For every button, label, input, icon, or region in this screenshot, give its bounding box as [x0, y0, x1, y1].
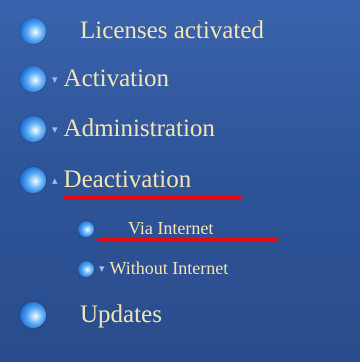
menu-item-administration[interactable]: ▾ Administration [20, 115, 215, 143]
chevron-up-icon: ▴ [52, 173, 58, 187]
deactivation-underline [64, 196, 242, 200]
menu-item-label: Updates [80, 301, 162, 328]
via-internet-underline [98, 238, 278, 242]
submenu-item-label: Without Internet [109, 258, 229, 278]
chevron-down-icon: ▾ [52, 122, 58, 136]
submenu-item-via-internet[interactable]: Via Internet [78, 218, 213, 239]
blue-orb-icon [20, 66, 46, 92]
blue-orb-icon [20, 302, 46, 328]
menu-item-deactivation[interactable]: ▴ Deactivation [20, 166, 191, 194]
chevron-down-icon: ▾ [52, 72, 58, 86]
blue-orb-icon [20, 18, 46, 44]
menu-item-label: Activation [63, 65, 170, 92]
menu-item-label: Licenses activated [80, 17, 264, 44]
menu-item-activation[interactable]: ▾ Activation [20, 65, 169, 93]
submenu-item-label: Via Internet [128, 218, 214, 238]
blue-orb-icon [78, 260, 94, 277]
menu-item-licenses-activated[interactable]: Licenses activated [20, 17, 264, 45]
menu-item-updates[interactable]: Updates [20, 301, 162, 329]
blue-orb-icon [20, 116, 46, 142]
chevron-down-icon: ▾ [99, 262, 105, 275]
menu-item-label: Deactivation [63, 166, 192, 193]
menu-item-label: Administration [63, 115, 215, 142]
submenu-item-without-internet[interactable]: ▾ Without Internet [78, 258, 228, 279]
blue-orb-icon [78, 220, 94, 237]
navigation-menu: Licenses activated ▾ Activation ▾ Admini… [0, 0, 360, 362]
blue-orb-icon [20, 167, 46, 193]
